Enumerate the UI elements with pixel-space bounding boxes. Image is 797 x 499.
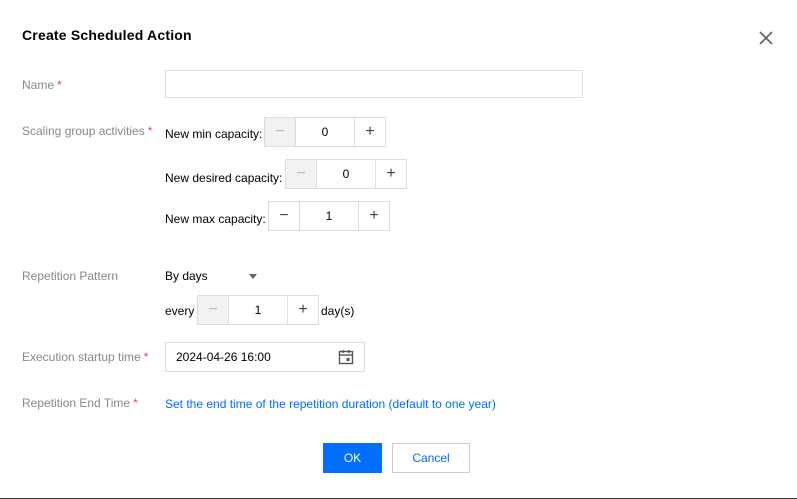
required-mark: * xyxy=(57,78,62,92)
max-capacity-increment-button[interactable]: + xyxy=(358,202,389,230)
startup-time-label: Execution startup time * xyxy=(22,350,149,364)
desired-capacity-increment-button[interactable]: + xyxy=(375,160,406,188)
repetition-interval-value[interactable]: 1 xyxy=(229,296,287,324)
chevron-down-icon xyxy=(249,273,257,279)
min-capacity-increment-button[interactable]: + xyxy=(354,118,385,146)
create-scheduled-action-dialog: Create Scheduled Action Name * Scaling gr… xyxy=(0,0,797,499)
dialog-title: Create Scheduled Action xyxy=(22,27,192,43)
min-capacity-label: New min capacity: xyxy=(165,127,263,141)
max-capacity-stepper: − 1 + xyxy=(268,201,390,231)
ok-button[interactable]: OK xyxy=(323,443,382,473)
calendar-icon[interactable] xyxy=(338,349,354,365)
min-capacity-value[interactable]: 0 xyxy=(296,118,354,146)
repetition-interval-stepper: − 1 + xyxy=(197,295,319,325)
repetition-interval-decrement-button[interactable]: − xyxy=(198,296,229,324)
close-icon[interactable] xyxy=(757,29,775,47)
required-mark: * xyxy=(143,350,149,364)
max-capacity-value[interactable]: 1 xyxy=(300,202,358,230)
name-label: Name * xyxy=(22,78,62,92)
name-input[interactable] xyxy=(165,70,583,98)
repetition-interval-increment-button[interactable]: + xyxy=(287,296,318,324)
repetition-pattern-selected: By days xyxy=(165,269,208,283)
repetition-pattern-label: Repetition Pattern xyxy=(22,269,119,283)
cancel-button[interactable]: Cancel xyxy=(392,443,470,473)
min-capacity-stepper: − 0 + xyxy=(264,117,386,147)
desired-capacity-decrement-button[interactable]: − xyxy=(286,160,317,188)
max-capacity-label: New max capacity: xyxy=(165,212,266,226)
desired-capacity-value[interactable]: 0 xyxy=(317,160,375,188)
set-end-time-link[interactable]: Set the end time of the repetition durat… xyxy=(165,397,496,411)
required-mark: * xyxy=(147,124,153,138)
startup-time-picker[interactable]: 2024-04-26 16:00 xyxy=(165,342,365,372)
max-capacity-decrement-button[interactable]: − xyxy=(269,202,300,230)
required-mark: * xyxy=(133,396,138,410)
repetition-end-time-label: Repetition End Time * xyxy=(22,396,138,410)
desired-capacity-label: New desired capacity: xyxy=(165,171,283,185)
desired-capacity-stepper: − 0 + xyxy=(285,159,407,189)
scaling-group-label: Scaling group activities * xyxy=(22,124,153,138)
every-label: every xyxy=(165,304,195,318)
min-capacity-decrement-button[interactable]: − xyxy=(265,118,296,146)
startup-time-value: 2024-04-26 16:00 xyxy=(176,350,271,364)
repetition-pattern-select[interactable]: By days xyxy=(165,266,260,286)
repetition-unit-label: day(s) xyxy=(321,304,355,318)
